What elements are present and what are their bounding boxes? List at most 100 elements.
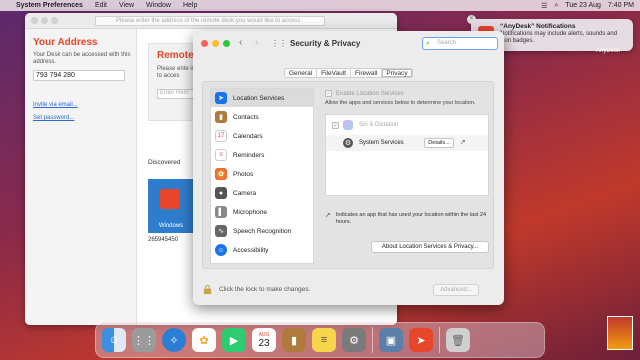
spotlight-icon[interactable]: ⌕ [554, 2, 558, 10]
window-title: Security & Privacy [290, 39, 361, 48]
list-item-system-services[interactable]: ⚙ System Services Details... ➚ [326, 135, 488, 151]
location-arrow-icon: ➚ [325, 212, 331, 219]
info-text: Indicates an app that has used your loca… [335, 212, 486, 225]
your-address-id[interactable]: 793 794 280 [33, 70, 125, 81]
sidebar-item-reminders[interactable]: ≡ Reminders [211, 146, 313, 164]
your-address-title: Your Address [33, 37, 98, 48]
close-button[interactable] [201, 40, 208, 47]
trash-icon[interactable]: 🗑 [446, 328, 470, 352]
sidebar-label: Reminders [233, 151, 265, 159]
search-field[interactable]: ⌕ Search [422, 37, 498, 50]
menu-help[interactable]: Help [183, 2, 197, 9]
tab-filevault[interactable]: FileVault [317, 69, 351, 77]
advanced-button[interactable]: Advanced... [433, 284, 479, 296]
menu-system-preferences[interactable]: System Preferences [16, 2, 83, 9]
dock: ☺ ⋮⋮ ✧ ✿ ▶ AUG 23 ▮ ≡ ⚙ ▣ ➤ 🗑 [95, 322, 545, 358]
invite-via-email-link[interactable]: Invite via email... [33, 102, 78, 108]
tab-general[interactable]: General [285, 69, 318, 77]
contacts-icon[interactable]: ▮ [282, 328, 306, 352]
contacts-book-icon: ▮ [215, 111, 227, 123]
anydesk-icon[interactable]: ➤ [409, 328, 433, 352]
enable-location-row[interactable]: ✓ Enable Location Services [325, 90, 404, 97]
tile-id: 265945450 [148, 237, 179, 243]
tab-firewall[interactable]: Firewall [351, 69, 383, 77]
lock-row[interactable]: Click the lock to make changes. [202, 284, 310, 295]
anydesk-titlebar: Please enter the address of the remote d… [25, 13, 397, 29]
menu-window[interactable]: Window [146, 2, 171, 9]
sidebar-item-speech-recognition[interactable]: ∿ Speech Recognition [211, 222, 313, 240]
sidebar-item-contacts[interactable]: ▮ Contacts [211, 108, 313, 126]
finder-icon[interactable]: ☺ [102, 328, 126, 352]
security-privacy-window: ‹ › ⋮⋮ Security & Privacy ⌕ Search Gener… [193, 31, 504, 305]
speech-recognition-icon: ∿ [215, 225, 227, 237]
microphone-icon: ▌ [215, 206, 227, 218]
notification-body: Notifications may include alerts, sounds… [500, 31, 618, 44]
siri-checkbox[interactable]: ✓ [332, 121, 339, 129]
zoom-button[interactable] [223, 40, 230, 47]
tab-privacy[interactable]: Privacy [382, 69, 412, 77]
menu-view[interactable]: View [119, 2, 134, 9]
menu-edit[interactable]: Edit [95, 2, 107, 9]
remote-address-input[interactable]: Please enter the address of the remote d… [95, 16, 325, 26]
sidebar-label: Photos [233, 170, 254, 178]
privacy-sidebar: ➤ Location Services ▮ Contacts 17 Calend… [210, 88, 314, 264]
remote-desk-title: Remote [157, 50, 194, 61]
desktop-image-thumbnail[interactable] [607, 316, 633, 350]
sidebar-item-microphone[interactable]: ▌ Microphone [211, 203, 313, 221]
enable-location-label: Enable Location Services [336, 90, 404, 97]
enable-location-checkbox[interactable]: ✓ [325, 90, 332, 97]
dock-separator [372, 327, 373, 353]
control-center-icon[interactable]: ☰ [541, 2, 547, 10]
reminders-list-icon: ≡ [215, 149, 227, 161]
search-placeholder: Search [437, 40, 457, 46]
forward-chevron-icon[interactable]: › [255, 37, 258, 48]
notification-close-icon[interactable]: × [467, 15, 476, 24]
list-item-siri[interactable]: ✓ Siri & Dictation [326, 117, 488, 133]
menubar-time[interactable]: 7:40 PM [608, 2, 634, 9]
details-button[interactable]: Details... [424, 138, 454, 148]
system-preferences-icon[interactable]: ⚙ [342, 328, 366, 352]
privacy-tabs: General FileVault Firewall Privacy [284, 68, 413, 78]
discovered-label: Discovered [148, 159, 181, 166]
menu-bar: System Preferences Edit View Window Help… [0, 0, 640, 11]
location-arrow-icon: ➚ [460, 139, 466, 146]
safari-icon[interactable]: ✧ [162, 328, 186, 352]
sidebar-item-location-services[interactable]: ➤ Location Services [211, 89, 313, 107]
calendar-icon[interactable]: AUG 23 [252, 328, 276, 352]
sidebar-label: Microphone [233, 208, 267, 216]
sidebar-item-photos[interactable]: ✿ Photos [211, 165, 313, 183]
minimize-button[interactable] [41, 17, 48, 24]
close-button[interactable] [31, 17, 38, 24]
minimize-button[interactable] [212, 40, 219, 47]
sidebar-item-accessibility[interactable]: ☺ Accessibility [211, 241, 313, 259]
about-location-services-button[interactable]: About Location Services & Privacy... [371, 241, 489, 253]
preview-icon[interactable]: ▣ [379, 328, 403, 352]
notes-icon[interactable]: ≡ [312, 328, 336, 352]
recent-location-info: ➚ Indicates an app that has used your lo… [325, 212, 489, 226]
back-chevron-icon[interactable]: ‹ [239, 37, 242, 48]
sidebar-label: Speech Recognition [233, 227, 292, 235]
discovered-windows-tile[interactable]: Windows [148, 179, 194, 233]
lock-icon[interactable] [202, 284, 213, 295]
show-all-grid-icon[interactable]: ⋮⋮ [271, 39, 287, 48]
facetime-icon[interactable]: ▶ [222, 328, 246, 352]
sidebar-label: Accessibility [233, 246, 269, 254]
notification-title: “AnyDesk” Notifications [500, 23, 576, 30]
calendar-icon: 17 [215, 130, 227, 142]
menubar-date[interactable]: Tue 23 Aug [565, 2, 601, 9]
sidebar-item-calendars[interactable]: 17 Calendars [211, 127, 313, 145]
sidebar-item-camera[interactable]: ● Camera [211, 184, 313, 202]
sidebar-label: Location Services [233, 94, 285, 102]
location-description: Allow the apps and services below to det… [325, 100, 476, 106]
privacy-content: ➤ Location Services ▮ Contacts 17 Calend… [202, 81, 494, 269]
accessibility-icon: ☺ [215, 244, 227, 256]
siri-icon [343, 120, 353, 130]
dock-separator [439, 327, 440, 353]
zoom-button[interactable] [51, 17, 58, 24]
photos-icon[interactable]: ✿ [192, 328, 216, 352]
calendar-day: 23 [258, 337, 270, 349]
camera-icon: ● [215, 187, 227, 199]
set-password-link[interactable]: Set password... [33, 115, 74, 121]
launchpad-icon[interactable]: ⋮⋮ [132, 328, 156, 352]
photos-flower-icon: ✿ [215, 168, 227, 180]
